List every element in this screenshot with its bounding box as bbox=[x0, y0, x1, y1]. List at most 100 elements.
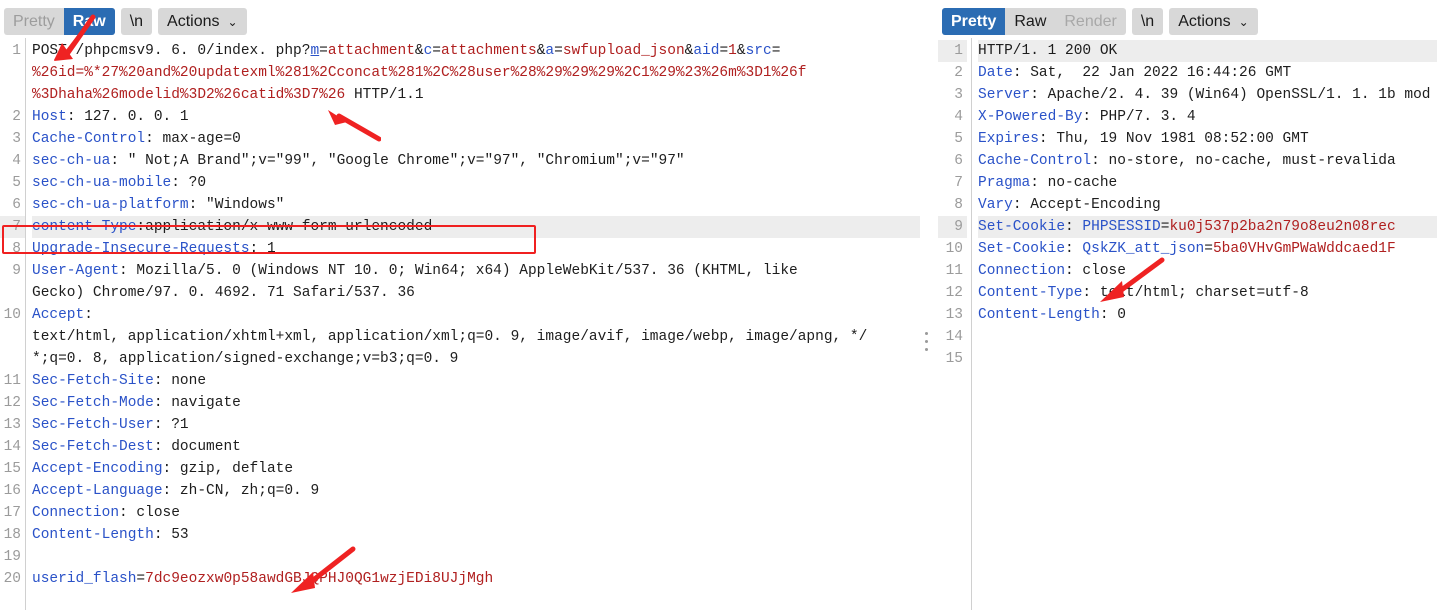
response-view-tabs: Pretty Raw Render bbox=[942, 8, 1126, 35]
request-line[interactable]: sec-ch-ua-mobile: ?0 bbox=[32, 172, 920, 194]
request-line[interactable]: %3Dhaha%26modelid%3D2%26catid%3D7%26 HTT… bbox=[32, 84, 920, 106]
response-token: Pragma bbox=[978, 175, 1031, 191]
request-token: = bbox=[319, 43, 328, 59]
request-line[interactable]: Accept-Encoding: gzip, deflate bbox=[32, 458, 920, 480]
response-token: Connection bbox=[978, 263, 1066, 279]
chevron-down-icon: ⌄ bbox=[1238, 14, 1249, 29]
request-view-tabs: Pretty Raw bbox=[4, 8, 115, 35]
request-token: attachments bbox=[441, 43, 537, 59]
response-token: ku0j537p2ba2n79o8eu2n08rec bbox=[1169, 219, 1396, 235]
response-line-number: 6 bbox=[954, 153, 963, 169]
request-line[interactable]: %26id=%*27%20and%20updatexml%281%2Cconca… bbox=[32, 62, 920, 84]
request-line[interactable]: POST /phpcmsv9. 6. 0/index. php?m=attach… bbox=[32, 40, 920, 62]
request-token: & bbox=[736, 43, 746, 59]
response-line[interactable]: Date: Sat, 22 Jan 2022 16:44:26 GMT bbox=[978, 62, 1437, 84]
request-token: : ?0 bbox=[171, 175, 207, 191]
response-token: : PHP/7. 3. 4 bbox=[1082, 109, 1196, 125]
request-token: %3Dhaha%26modelid%3D2%26catid%3D7%26 bbox=[32, 87, 346, 103]
request-line[interactable]: Host: 127. 0. 0. 1 bbox=[32, 106, 920, 128]
request-newline-label: \n bbox=[129, 12, 144, 30]
request-token: 1 bbox=[728, 43, 737, 59]
request-token: text/html, application/xhtml+xml, applic… bbox=[32, 329, 868, 345]
response-line[interactable]: Content-Length: 0 bbox=[978, 304, 1437, 326]
request-line[interactable]: User-Agent: Mozilla/5. 0 (Windows NT 10.… bbox=[32, 260, 920, 282]
request-token: : document bbox=[153, 439, 241, 455]
request-actions-button[interactable]: Actions ⌄ bbox=[158, 8, 247, 35]
request-line-number: 7 bbox=[0, 216, 25, 238]
request-line-numbers: 1 2 3 4 5 6 7 8 9 10 11 12 13 14 15 16 17 18 19 20 bbox=[0, 38, 26, 610]
response-token: Vary bbox=[978, 197, 1013, 213]
request-line[interactable]: userid_flash=7dc9eozxw0p58awdGBJQPHJ0QG1… bbox=[32, 568, 920, 590]
request-line-number: 2 bbox=[12, 109, 21, 125]
request-line[interactable]: text/html, application/xhtml+xml, applic… bbox=[32, 326, 920, 348]
request-token: Cache-Control bbox=[32, 131, 146, 147]
response-line-number: 2 bbox=[954, 65, 963, 81]
request-token: HTTP/1.1 bbox=[345, 87, 424, 103]
request-code-area[interactable]: 1 23456789 10 11 12 13 14 15 16 17 18 19 20 POST … bbox=[0, 38, 920, 610]
response-line[interactable]: Expires: Thu, 19 Nov 1981 08:52:00 GMT bbox=[978, 128, 1437, 150]
request-line[interactable]: content-Type:application/x-www-form-urle… bbox=[32, 216, 920, 238]
request-line[interactable]: Sec-Fetch-Mode: navigate bbox=[32, 392, 920, 414]
response-actions-label: Actions bbox=[1178, 12, 1231, 30]
tab-response-raw[interactable]: Raw bbox=[1005, 8, 1055, 35]
request-line[interactable]: *;q=0. 8, application/signed-exchange;v=… bbox=[32, 348, 920, 370]
request-line[interactable]: Sec-Fetch-User: ?1 bbox=[32, 414, 920, 436]
request-token: src bbox=[745, 43, 772, 59]
request-token: sec-ch-ua bbox=[32, 153, 111, 169]
response-line[interactable]: Content-Type: text/html; charset=utf-8 bbox=[978, 282, 1437, 304]
request-line[interactable]: sec-ch-ua-platform: ″Windows″ bbox=[32, 194, 920, 216]
response-line[interactable] bbox=[978, 348, 1437, 370]
request-line[interactable]: Accept: bbox=[32, 304, 920, 326]
request-newline-button[interactable]: \n bbox=[120, 8, 153, 35]
response-newline-label: \n bbox=[1140, 12, 1155, 30]
request-line-number: 12 bbox=[3, 395, 21, 411]
response-code-lines[interactable]: HTTP/1. 1 200 OK Date: Sat, 22 Jan 2022 1… bbox=[972, 38, 1437, 610]
request-line[interactable]: Upgrade-Insecure-Requests: 1 bbox=[32, 238, 920, 260]
response-newline-button[interactable]: \n bbox=[1131, 8, 1164, 35]
response-line[interactable]: Set-Cookie: PHPSESSID=ku0j537p2ba2n79o8e… bbox=[978, 216, 1437, 238]
request-line[interactable]: Connection: close bbox=[32, 502, 920, 524]
request-line[interactable]: sec-ch-ua: ″ Not;A Brand″;v=″99″, ″Googl… bbox=[32, 150, 920, 172]
splitter-grip-icon[interactable] bbox=[925, 332, 929, 356]
request-line-number bbox=[0, 62, 25, 84]
request-line-number bbox=[0, 326, 25, 348]
response-line-number: 12 bbox=[945, 285, 963, 301]
request-line[interactable]: Accept-Language: zh-CN, zh;q=0. 9 bbox=[32, 480, 920, 502]
request-token: : close bbox=[119, 505, 180, 521]
request-token: POST bbox=[32, 43, 76, 59]
request-line[interactable]: Sec-Fetch-Dest: document bbox=[32, 436, 920, 458]
response-line[interactable]: Cache-Control: no-store, no-cache, must-… bbox=[978, 150, 1437, 172]
response-line[interactable]: Vary: Accept-Encoding bbox=[978, 194, 1437, 216]
response-token: Cache-Control bbox=[978, 153, 1092, 169]
response-line[interactable]: Server: Apache/2. 4. 39 (Win64) OpenSSL/… bbox=[978, 84, 1437, 106]
response-line[interactable]: Set-Cookie: QskZK_att_json=5ba0VHvGmPWaW… bbox=[978, 238, 1437, 260]
response-line-number: 11 bbox=[945, 263, 963, 279]
tab-request-pretty[interactable]: Pretty bbox=[4, 8, 64, 35]
request-code-lines[interactable]: POST /phpcmsv9. 6. 0/index. php?m=attach… bbox=[26, 38, 920, 610]
request-token: : none bbox=[153, 373, 207, 389]
response-token: Content-Type bbox=[978, 285, 1083, 301]
response-code-area[interactable]: 1 2 3 4 5 6 7 8 9 10 11 12 13 14 15 HTTP/1. 1 200 OK Da… bbox=[938, 38, 1437, 610]
response-actions-button[interactable]: Actions ⌄ bbox=[1169, 8, 1258, 35]
response-line[interactable]: Connection: close bbox=[978, 260, 1437, 282]
request-line[interactable]: Gecko) Chrome/97. 0. 4692. 71 Safari/537… bbox=[32, 282, 920, 304]
request-line[interactable] bbox=[32, 546, 920, 568]
request-token: Sec-Fetch-Mode bbox=[32, 395, 154, 411]
panel-splitter[interactable] bbox=[920, 0, 938, 610]
response-line-number: 9 bbox=[938, 216, 967, 238]
tab-response-pretty[interactable]: Pretty bbox=[942, 8, 1006, 35]
response-token: Set-Cookie bbox=[978, 219, 1066, 235]
response-line[interactable]: HTTP/1. 1 200 OK bbox=[978, 40, 1437, 62]
response-line[interactable]: X-Powered-By: PHP/7. 3. 4 bbox=[978, 106, 1437, 128]
request-token: Host bbox=[32, 109, 67, 125]
response-token: Server bbox=[978, 87, 1031, 103]
response-token: Content-Length bbox=[978, 307, 1100, 323]
request-token: : ″Windows″ bbox=[188, 197, 285, 213]
tab-request-raw[interactable]: Raw bbox=[63, 8, 115, 35]
request-line[interactable]: Content-Length: 53 bbox=[32, 524, 920, 546]
response-token: : no-cache bbox=[1030, 175, 1118, 191]
request-line[interactable]: Cache-Control: max-age=0 bbox=[32, 128, 920, 150]
response-line[interactable] bbox=[978, 326, 1437, 348]
response-line[interactable]: Pragma: no-cache bbox=[978, 172, 1437, 194]
request-line[interactable]: Sec-Fetch-Site: none bbox=[32, 370, 920, 392]
